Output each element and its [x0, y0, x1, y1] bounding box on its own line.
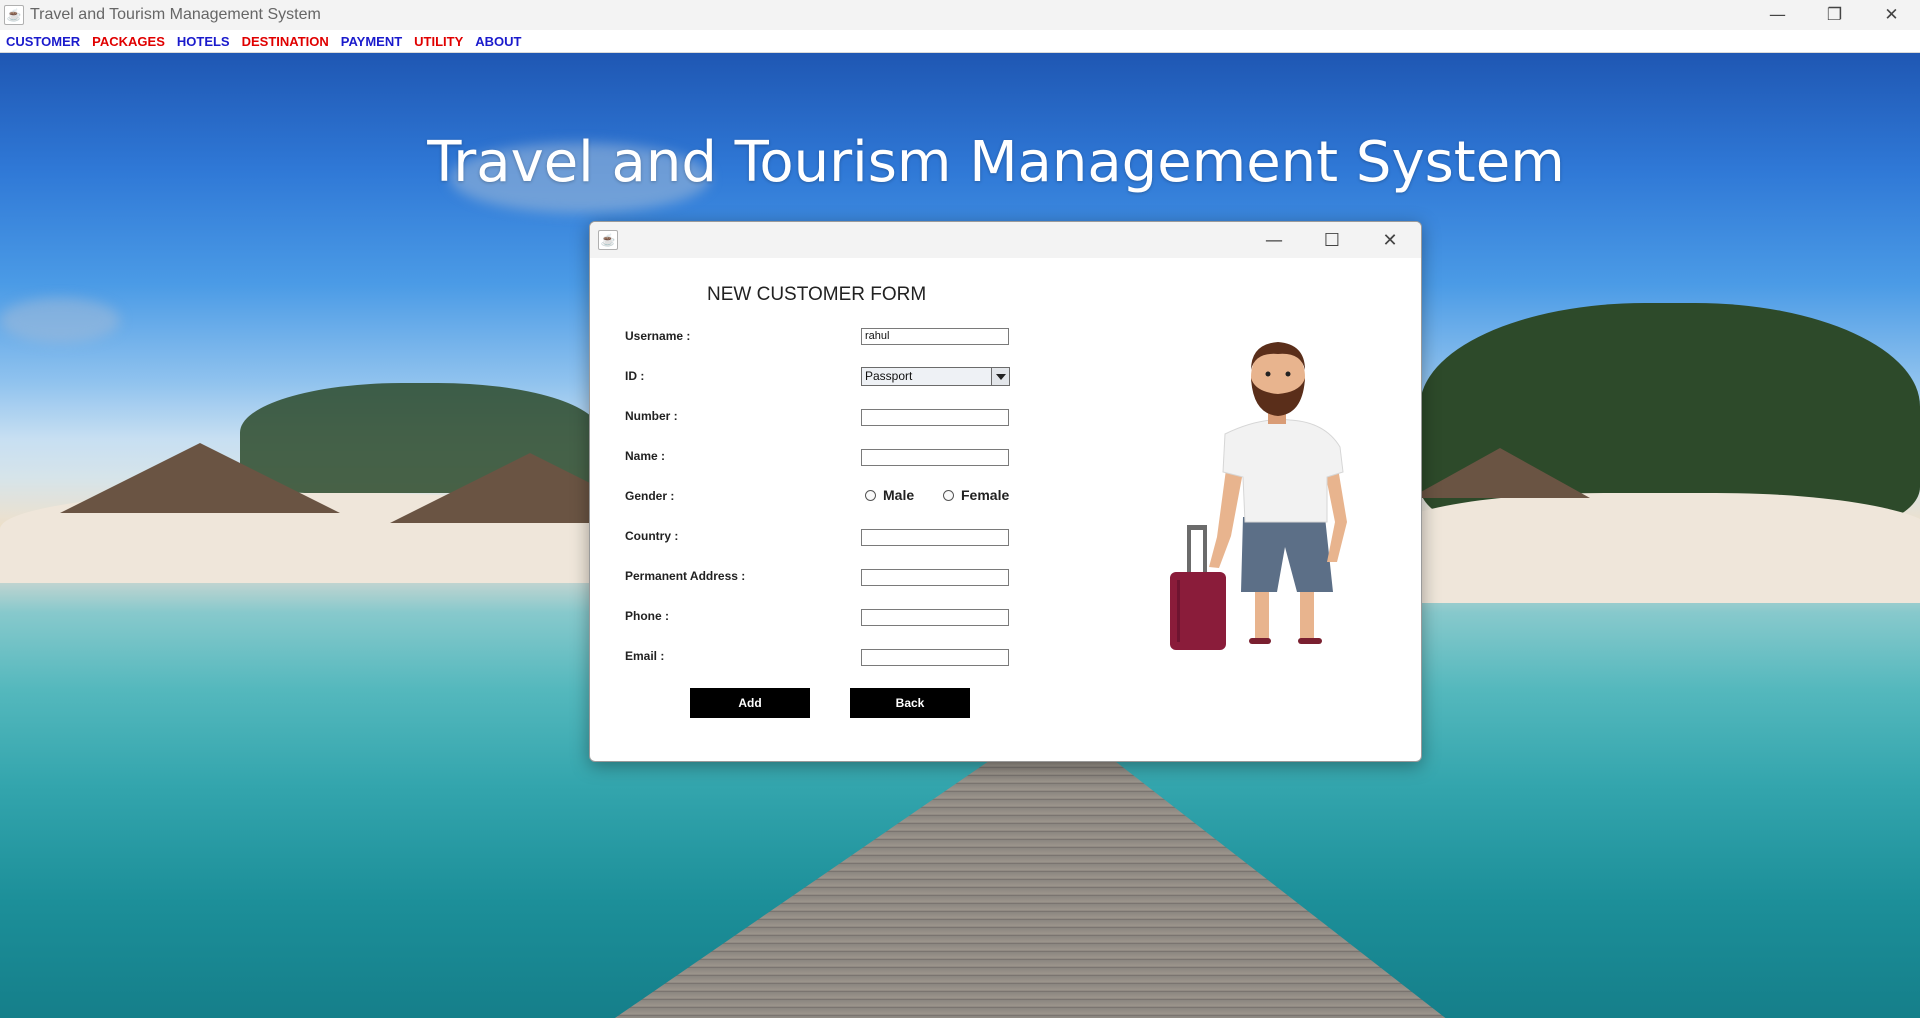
number-label: Number :	[625, 409, 678, 423]
email-label: Email :	[625, 649, 665, 663]
window-title: Travel and Tourism Management System	[30, 6, 321, 23]
suitcase-handle	[1187, 525, 1207, 530]
gender-male-label: Male	[883, 487, 915, 503]
beach-hut	[1410, 448, 1590, 498]
name-label: Name :	[625, 449, 666, 463]
java-app-icon: ☕	[598, 230, 618, 250]
dialog-close-button[interactable]: ✕	[1361, 222, 1419, 258]
window-controls: — ❐ ✕	[1749, 0, 1920, 30]
form-heading: NEW CUSTOMER FORM	[707, 284, 927, 305]
shorts	[1241, 517, 1333, 592]
back-button[interactable]: Back	[850, 688, 970, 718]
id-select-value: Passport	[865, 369, 913, 383]
gender-female-label: Female	[961, 487, 1010, 503]
menu-payment[interactable]: PAYMENT	[341, 34, 402, 49]
arm	[1209, 462, 1243, 568]
gender-female-radio[interactable]: Female	[943, 487, 1009, 503]
minimize-button[interactable]: —	[1749, 0, 1806, 30]
radio-circle-icon	[865, 489, 876, 501]
t-shirt	[1222, 419, 1344, 523]
dialog-minimize-button[interactable]: —	[1245, 222, 1303, 258]
gender-male-radio[interactable]: Male	[865, 487, 914, 503]
gender-label: Gender :	[625, 489, 675, 503]
username-input[interactable]: rahul	[861, 328, 1009, 345]
menu-hotels[interactable]: HOTELS	[177, 34, 230, 49]
suitcase-handle	[1203, 527, 1207, 577]
new-customer-dialog: ☕ — ☐ ✕ NEW CUSTOMER FORM Username : rah…	[589, 221, 1422, 762]
address-label: Permanent Address :	[625, 569, 746, 583]
phone-label: Phone :	[625, 609, 669, 623]
radio-circle-icon	[943, 489, 954, 501]
name-input[interactable]	[861, 449, 1009, 466]
traveler-illustration	[1170, 342, 1347, 650]
suitcase-stripe	[1177, 580, 1180, 642]
address-input[interactable]	[861, 569, 1009, 586]
beach-sand	[1380, 493, 1920, 603]
add-button[interactable]: Add	[690, 688, 810, 718]
menu-bar: CUSTOMER PACKAGES HOTELS DESTINATION PAY…	[0, 30, 1920, 53]
menu-customer[interactable]: CUSTOMER	[6, 34, 80, 49]
dialog-titlebar: ☕ — ☐ ✕	[590, 222, 1421, 258]
restore-button[interactable]: ❐	[1806, 0, 1863, 30]
beach-hut	[60, 443, 340, 513]
chevron-down-icon[interactable]	[991, 368, 1009, 385]
banner-title: Travel and Tourism Management System	[427, 130, 1565, 195]
menu-utility[interactable]: UTILITY	[414, 34, 463, 49]
number-input[interactable]	[861, 409, 1009, 426]
eye	[1265, 371, 1271, 377]
wooden-dock	[612, 760, 1448, 1018]
menu-destination[interactable]: DESTINATION	[242, 34, 329, 49]
java-app-icon: ☕	[4, 5, 24, 25]
main-titlebar: ☕ Travel and Tourism Management System —…	[0, 0, 1920, 30]
menu-about[interactable]: ABOUT	[475, 34, 521, 49]
cloud	[0, 298, 120, 343]
country-label: Country :	[625, 529, 679, 543]
eye	[1285, 371, 1291, 377]
close-button[interactable]: ✕	[1863, 0, 1920, 30]
menu-packages[interactable]: PACKAGES	[92, 34, 165, 49]
suitcase-handle	[1187, 527, 1191, 577]
phone-input[interactable]	[861, 609, 1009, 626]
shoe	[1298, 638, 1322, 644]
username-label: Username :	[625, 329, 691, 343]
country-input[interactable]	[861, 529, 1009, 546]
dialog-maximize-button[interactable]: ☐	[1303, 222, 1361, 258]
id-select[interactable]: Passport	[861, 367, 1010, 386]
shoe	[1249, 638, 1271, 644]
id-label: ID :	[625, 369, 645, 383]
email-input[interactable]	[861, 649, 1009, 666]
